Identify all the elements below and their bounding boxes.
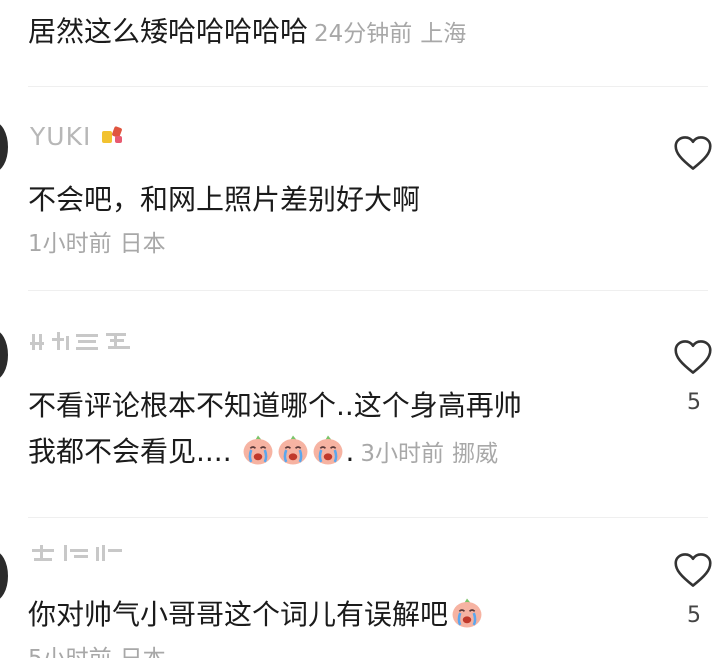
comment-item: 不看评论根本不知道哪个..这个身高再帅 我都不会看见.... . 3小时前 挪威… xyxy=(0,290,716,517)
username-decoration-icon xyxy=(102,126,123,143)
comment-text-line: 不看评论根本不知道哪个..这个身高再帅 xyxy=(28,384,522,424)
comment-time: 5小时前 xyxy=(28,646,112,658)
comment-text: 我都不会看见.... xyxy=(28,435,232,468)
comment-item: 居然这么矮哈哈哈哈哈 24分钟前 上海 xyxy=(0,0,716,86)
heart-outline-icon[interactable] xyxy=(672,551,714,589)
username[interactable] xyxy=(30,328,150,356)
username-obscured xyxy=(30,332,130,350)
comment-time: 1小时前 xyxy=(28,231,112,257)
comment-text-line: 不会吧，和网上照片差别好大啊 xyxy=(28,178,420,218)
comment-location: 日本 xyxy=(119,231,166,257)
comment-text: 你对帅气小哥哥这个词儿有误解吧 xyxy=(28,598,449,631)
comment-text: 不会吧，和网上照片差别好大啊 xyxy=(28,183,421,216)
crying-face-emoji xyxy=(278,435,307,465)
comment-text: 不看评论根本不知道哪个..这个身高再帅 xyxy=(28,389,522,422)
comment-meta: 24分钟前 上海 xyxy=(314,21,466,47)
username[interactable] xyxy=(30,539,126,567)
comment-item: 你对帅气小哥哥这个词儿有误解吧 5小时前日本 5 xyxy=(0,517,716,658)
comment-text-line: 我都不会看见.... . 3小时前 挪威 xyxy=(28,430,498,470)
crying-face-emoji xyxy=(452,598,482,628)
comment-time: 3小时前 xyxy=(360,441,445,467)
crying-face-emoji xyxy=(243,435,272,465)
comment-time: 24分钟前 xyxy=(314,21,413,47)
comment-text-line: 居然这么矮哈哈哈哈哈 24分钟前 上海 xyxy=(28,10,466,50)
heart-outline-icon[interactable] xyxy=(672,134,714,172)
like-count: 5 xyxy=(687,390,701,415)
comment-text-trailing: . xyxy=(345,435,355,468)
crying-face-emoji xyxy=(313,435,342,465)
comment-text: 居然这么矮哈哈哈哈哈 xyxy=(28,15,309,48)
comment-meta: 5小时前日本 xyxy=(28,639,166,658)
like-count: 5 xyxy=(687,603,701,628)
avatar[interactable] xyxy=(0,330,8,380)
like-area xyxy=(672,134,716,224)
heart-outline-icon[interactable] xyxy=(672,338,714,376)
comment-text-line: 你对帅气小哥哥这个词儿有误解吧 xyxy=(28,593,485,633)
comment-meta: 1小时前 日本 xyxy=(28,224,166,258)
comment-item: YUKI 不会吧，和网上照片差别好大啊 1小时前 日本 xyxy=(0,86,716,290)
comment-location: 上海 xyxy=(420,21,467,47)
like-area: 5 xyxy=(672,338,716,428)
avatar[interactable] xyxy=(0,551,8,601)
comment-list: 居然这么矮哈哈哈哈哈 24分钟前 上海 YUKI 不会吧，和网上照片差别好大啊 1小… xyxy=(0,0,716,658)
comment-location: 日本 xyxy=(120,646,166,658)
username-obscured xyxy=(32,545,122,561)
username[interactable]: YUKI xyxy=(30,122,126,151)
avatar[interactable] xyxy=(0,122,8,172)
like-area: 5 xyxy=(672,551,716,641)
comment-location: 挪威 xyxy=(452,441,499,467)
comment-meta: 3小时前 挪威 xyxy=(360,441,498,467)
username-text: YUKI xyxy=(30,122,92,151)
